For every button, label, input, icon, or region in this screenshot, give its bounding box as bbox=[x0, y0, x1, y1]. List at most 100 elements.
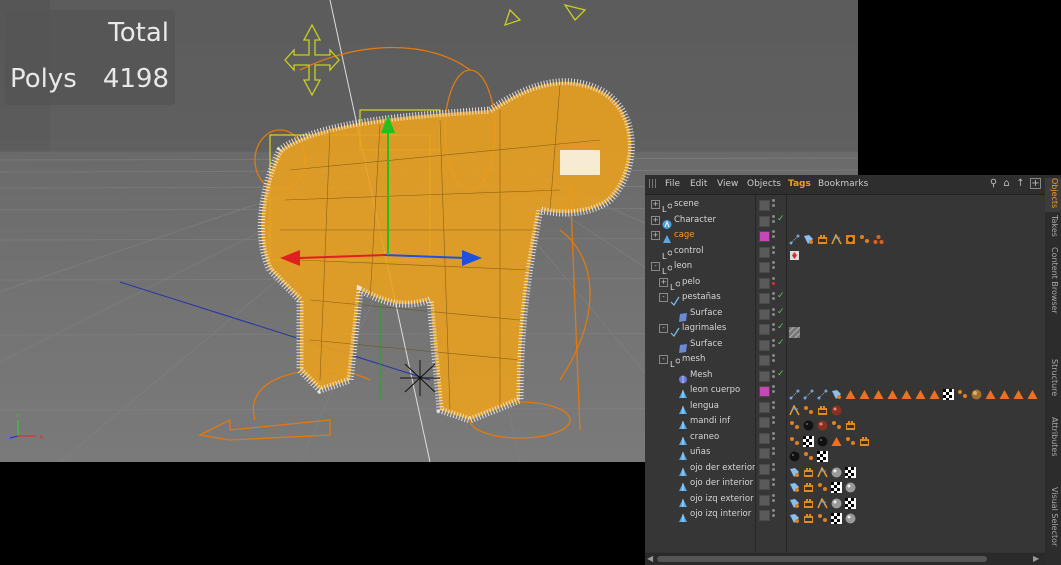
checker-tag-icon[interactable] bbox=[803, 432, 814, 447]
ik-tag-icon[interactable] bbox=[803, 385, 814, 400]
visibility-dots[interactable] bbox=[772, 478, 776, 489]
render-visibility-dot[interactable] bbox=[772, 514, 775, 517]
layer-swatch[interactable] bbox=[759, 246, 770, 258]
render-visibility-dot[interactable] bbox=[772, 235, 775, 238]
tri-tag-icon[interactable] bbox=[887, 385, 898, 399]
editor-visibility-dot[interactable] bbox=[772, 478, 775, 481]
grey-sphere-tag-icon[interactable] bbox=[845, 509, 856, 524]
render-visibility-dot[interactable] bbox=[772, 266, 775, 269]
object-row[interactable]: + Lscene bbox=[645, 197, 1045, 214]
dots-tag-icon[interactable] bbox=[817, 478, 828, 491]
object-row[interactable]: - Lmesh bbox=[645, 352, 1045, 369]
layer-swatch[interactable] bbox=[759, 417, 770, 428]
object-name[interactable]: uñas bbox=[690, 446, 710, 459]
editor-visibility-dot[interactable] bbox=[772, 292, 775, 295]
expand-icon[interactable]: + bbox=[651, 200, 660, 209]
visibility-dots[interactable] bbox=[772, 493, 776, 505]
layer-swatch[interactable] bbox=[759, 463, 770, 475]
enabled-check-icon[interactable]: ✓ bbox=[777, 338, 785, 348]
editor-visibility-dot[interactable] bbox=[772, 245, 775, 249]
sphere-tag-icon[interactable] bbox=[831, 401, 842, 415]
tri-tag-icon[interactable] bbox=[999, 385, 1010, 399]
object-name[interactable]: leon bbox=[674, 260, 692, 273]
sphere-tag-icon[interactable] bbox=[817, 416, 828, 431]
weight-tag-icon[interactable] bbox=[789, 478, 800, 492]
tri-tag-icon[interactable] bbox=[1027, 385, 1038, 399]
visibility-dots[interactable] bbox=[772, 261, 776, 272]
layer-swatch[interactable] bbox=[759, 231, 770, 242]
texture-tag-icon[interactable] bbox=[803, 478, 814, 492]
editor-visibility-dot[interactable] bbox=[772, 276, 775, 280]
ik-tag-icon[interactable] bbox=[789, 230, 800, 245]
layer-swatch[interactable] bbox=[759, 448, 770, 459]
checker-tag-icon[interactable] bbox=[943, 385, 954, 400]
weight-tag-icon[interactable] bbox=[789, 494, 800, 508]
layer-swatch[interactable] bbox=[759, 494, 770, 506]
object-row[interactable]: + cage bbox=[645, 228, 1045, 245]
side-tab-objects[interactable]: Objects bbox=[1045, 178, 1061, 212]
dots-tag-icon[interactable] bbox=[817, 509, 828, 522]
layer-swatch[interactable] bbox=[759, 324, 770, 335]
horizontal-scrollbar[interactable]: ◀ ▶ bbox=[645, 553, 1045, 565]
render-visibility-dot[interactable] bbox=[772, 312, 775, 316]
object-row[interactable]: leon cuerpo bbox=[645, 383, 1045, 400]
layer-swatch[interactable] bbox=[759, 200, 770, 211]
expand-icon[interactable]: + bbox=[651, 215, 660, 225]
tri-tag-icon[interactable] bbox=[915, 385, 926, 399]
object-name[interactable]: Character bbox=[674, 214, 716, 227]
search-icon[interactable]: ⚲ bbox=[988, 178, 999, 189]
collapse-icon[interactable]: - bbox=[659, 355, 668, 364]
object-name[interactable]: pestañas bbox=[682, 291, 721, 304]
layer-swatch[interactable] bbox=[759, 355, 770, 366]
object-row[interactable]: mandi inf bbox=[645, 414, 1045, 431]
protection-tag-icon[interactable] bbox=[789, 246, 800, 260]
enabled-check-icon[interactable]: ✓ bbox=[777, 322, 785, 332]
object-row[interactable]: - Lleon bbox=[645, 259, 1045, 276]
object-row[interactable]: craneo bbox=[645, 430, 1045, 447]
enabled-check-icon[interactable]: ✓ bbox=[777, 369, 785, 379]
object-name[interactable]: Surface bbox=[690, 338, 722, 351]
texture-tag-icon[interactable] bbox=[803, 509, 814, 523]
object-row[interactable]: Lcontrol bbox=[645, 244, 1045, 261]
menu-bookmarks[interactable]: Bookmarks bbox=[818, 179, 868, 189]
scroll-left-icon[interactable]: ◀ bbox=[647, 554, 653, 563]
editor-visibility-dot[interactable] bbox=[772, 369, 775, 373]
dots-tag-icon[interactable] bbox=[845, 432, 856, 445]
dots-tag-icon[interactable] bbox=[803, 401, 814, 414]
layer-swatch[interactable] bbox=[759, 510, 770, 521]
object-name[interactable]: lengua bbox=[690, 400, 719, 413]
render-visibility-dot[interactable] bbox=[772, 421, 775, 424]
weight-tag-icon[interactable] bbox=[831, 385, 842, 399]
object-row[interactable]: Mesh ✓ bbox=[645, 368, 1045, 383]
dots-tag-icon[interactable] bbox=[859, 230, 870, 243]
editor-visibility-dot[interactable] bbox=[772, 354, 775, 357]
editor-visibility-dot[interactable] bbox=[772, 338, 775, 342]
checker-tag-icon[interactable] bbox=[831, 509, 842, 524]
object-name[interactable]: lagrimales bbox=[682, 322, 726, 335]
tri-tag-icon[interactable] bbox=[901, 385, 912, 399]
grey-sphere-tag-icon[interactable] bbox=[845, 478, 856, 493]
dark-sphere-tag-icon[interactable] bbox=[803, 416, 814, 431]
object-row[interactable]: ojo izq exterior bbox=[645, 492, 1045, 509]
editor-visibility-dot[interactable] bbox=[772, 323, 775, 326]
motion-tag-icon[interactable] bbox=[817, 494, 828, 508]
expand-icon[interactable]: + bbox=[651, 231, 660, 240]
object-list[interactable]: + Lscene + Character ✓ + cage Lcontrol - Lleon + Lp… bbox=[645, 195, 1045, 552]
visibility-dots[interactable] bbox=[772, 400, 776, 412]
editor-visibility-dot[interactable] bbox=[772, 214, 775, 218]
collapse-icon[interactable]: - bbox=[659, 293, 668, 302]
object-row[interactable]: Surface ✓ bbox=[645, 337, 1045, 353]
grey-sphere-tag-icon[interactable] bbox=[831, 463, 842, 477]
render-visibility-dot[interactable] bbox=[772, 374, 775, 378]
visibility-dots[interactable] bbox=[772, 431, 776, 443]
visibility-dots[interactable] bbox=[772, 323, 776, 334]
enabled-check-icon[interactable]: ✓ bbox=[777, 291, 785, 301]
object-name[interactable]: Mesh bbox=[690, 369, 712, 382]
render-visibility-dot[interactable] bbox=[772, 328, 775, 331]
dots-tag-icon[interactable] bbox=[789, 416, 800, 429]
layer-swatch[interactable] bbox=[759, 277, 770, 289]
visibility-dots[interactable] bbox=[772, 369, 776, 381]
side-tab-attributes[interactable]: Attributes bbox=[1045, 417, 1061, 485]
panel-grip-icon[interactable] bbox=[649, 179, 658, 188]
layer-swatch[interactable] bbox=[759, 293, 770, 304]
